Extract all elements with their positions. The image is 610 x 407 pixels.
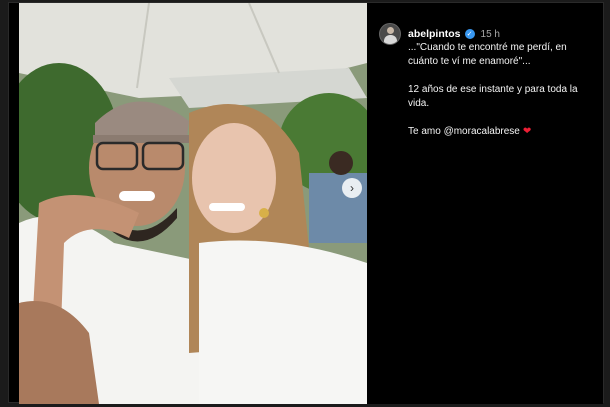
post-modal: › abelpintos ✓ 15 h ..."Cuando te encont… <box>8 2 604 404</box>
avatar-head-shape <box>387 27 394 34</box>
avatar[interactable] <box>379 23 401 45</box>
avatar-torso-shape <box>384 35 397 44</box>
carousel-next-button[interactable]: › <box>342 178 362 198</box>
post-sidebar: abelpintos ✓ 15 h ..."Cuando te encontré… <box>367 3 603 404</box>
caption-line-years: 12 años de ese instante y para toda la v… <box>408 84 578 109</box>
verified-badge-icon: ✓ <box>464 29 475 39</box>
post-caption: ..."Cuando te encontré me perdí, en cuán… <box>408 41 593 139</box>
couple-photo-illustration <box>19 3 367 404</box>
mention-link[interactable]: @moracalabrese <box>444 126 520 137</box>
caption-line-quote: ..."Cuando te encontré me perdí, en cuán… <box>408 42 567 67</box>
username-link[interactable]: abelpintos <box>408 28 461 40</box>
post-timestamp[interactable]: 15 h <box>481 29 500 40</box>
chevron-right-icon: › <box>350 181 354 195</box>
post-photo[interactable]: › <box>19 3 367 404</box>
caption-line-love: Te amo @moracalabrese ❤ <box>408 125 593 139</box>
heart-icon: ❤ <box>522 126 532 137</box>
caption-love-text: Te amo <box>408 126 444 137</box>
